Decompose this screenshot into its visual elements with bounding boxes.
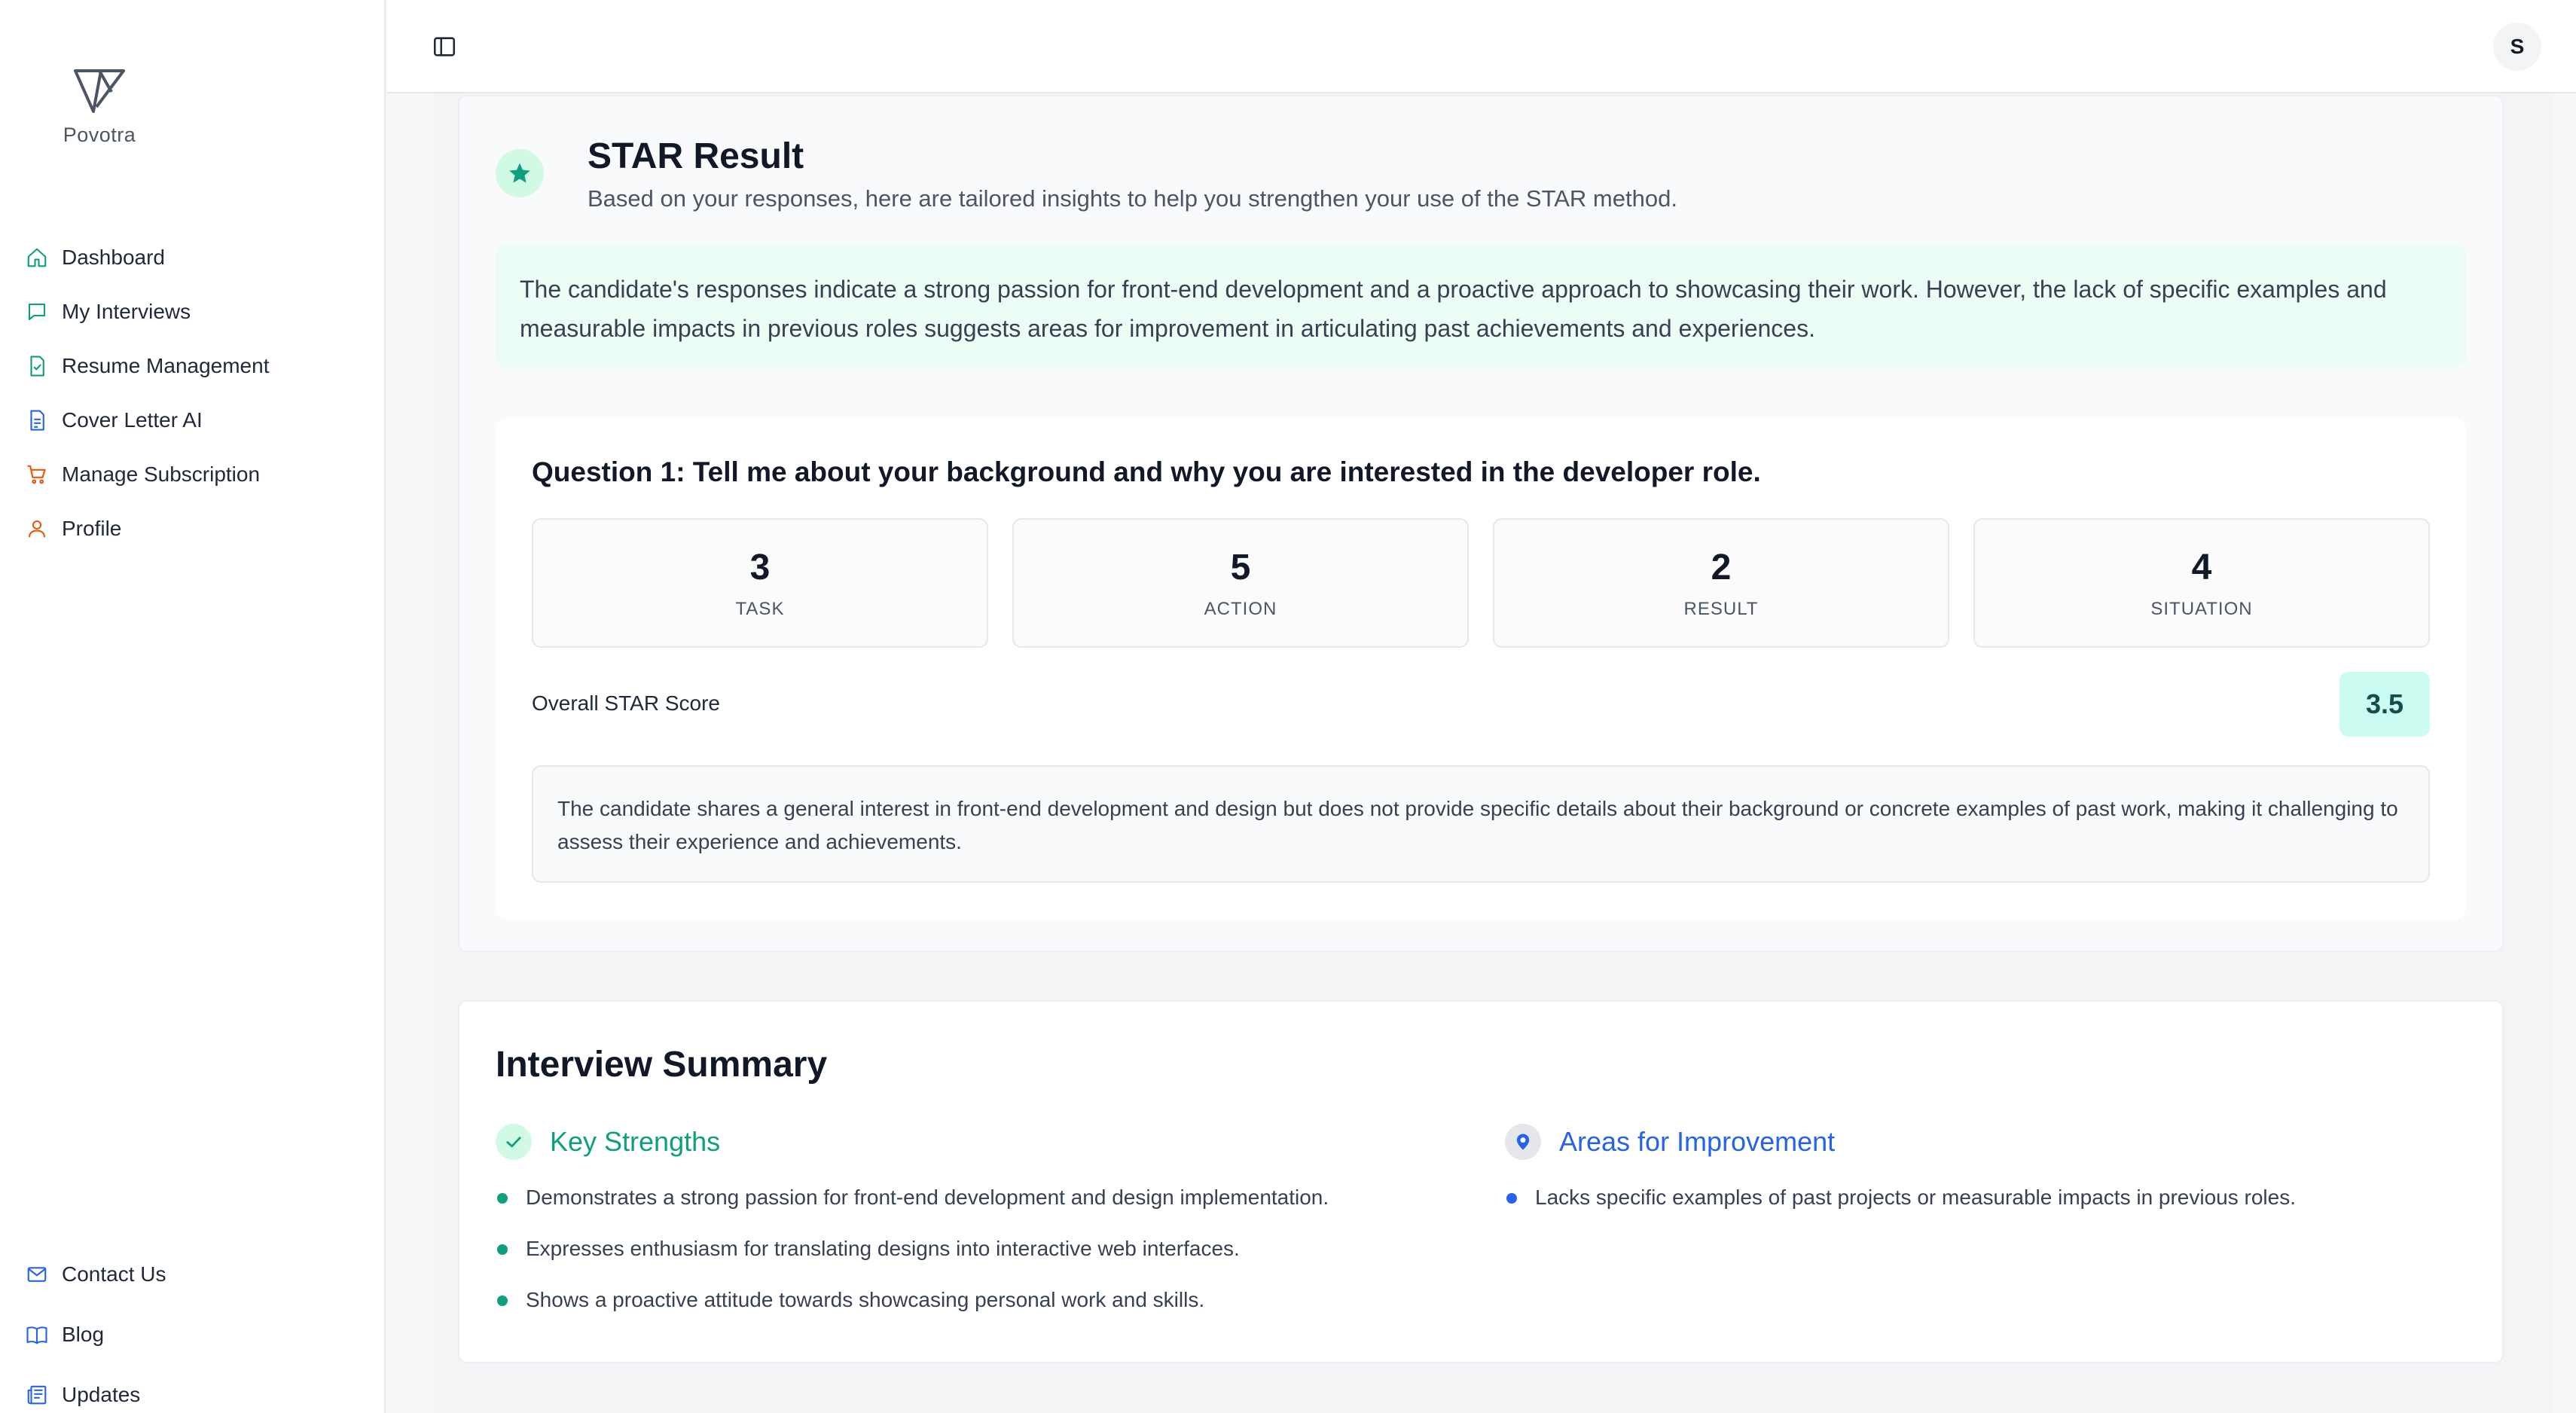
sidebar-item-cover-letter-ai[interactable]: Cover Letter AI xyxy=(0,393,384,447)
key-strengths-section: Key Strengths Demonstrates a strong pass… xyxy=(496,1122,1430,1336)
key-strengths-list: Demonstrates a strong passion for front-… xyxy=(496,1183,1430,1336)
mail-icon xyxy=(24,1262,50,1287)
star-icon xyxy=(509,163,530,183)
list-item: Demonstrates a strong passion for front-… xyxy=(496,1183,1430,1234)
score-value: 2 xyxy=(1711,547,1732,587)
score-label: TASK xyxy=(735,598,785,619)
povotra-logo-icon xyxy=(74,69,125,113)
user-icon xyxy=(24,516,50,542)
target-icon xyxy=(1505,1124,1541,1160)
score-label: RESULT xyxy=(1683,598,1759,619)
sidebar-item-resume-management[interactable]: Resume Management xyxy=(0,339,384,393)
document-text-icon xyxy=(24,407,50,433)
score-value: 5 xyxy=(1230,547,1251,587)
sidebar-item-label: Cover Letter AI xyxy=(62,408,203,432)
overall-star-score-badge: 3.5 xyxy=(2339,672,2430,737)
brand-logo[interactable]: Povotra xyxy=(60,65,139,147)
areas-for-improvement-section: Areas for Improvement Lacks specific exa… xyxy=(1505,1122,2439,1234)
list-item: Shows a proactive attitude towards showc… xyxy=(496,1285,1430,1336)
sidebar-item-my-interviews[interactable]: My Interviews xyxy=(0,285,384,339)
interview-summary-title: Interview Summary xyxy=(496,1045,828,1085)
chat-icon xyxy=(24,299,50,325)
areas-for-improvement-header: Areas for Improvement xyxy=(1505,1122,2439,1161)
home-icon xyxy=(24,245,50,270)
check-icon xyxy=(496,1124,532,1160)
book-icon xyxy=(24,1322,50,1347)
areas-for-improvement-list: Lacks specific examples of past projects… xyxy=(1505,1183,2439,1234)
sidebar-item-label: Resume Management xyxy=(62,354,270,377)
list-item: Expresses enthusiasm for translating des… xyxy=(496,1234,1430,1285)
overall-star-score-label: Overall STAR Score xyxy=(532,691,720,715)
user-avatar[interactable]: S xyxy=(2493,23,2541,71)
sidebar-item-manage-subscription[interactable]: Manage Subscription xyxy=(0,447,384,502)
brand-name: Povotra xyxy=(63,124,136,146)
key-strengths-title: Key Strengths xyxy=(550,1126,721,1157)
newspaper-icon xyxy=(24,1382,50,1408)
question-feedback: The candidate shares a general interest … xyxy=(532,765,2430,883)
score-situation: 4 SITUATION xyxy=(1973,518,2430,648)
sidebar-item-contact-us[interactable]: Contact Us xyxy=(0,1244,384,1305)
star-badge xyxy=(496,149,544,197)
list-item: Lacks specific examples of past projects… xyxy=(1505,1183,2439,1234)
top-header: S xyxy=(387,0,2576,93)
question-title: Question 1: Tell me about your backgroun… xyxy=(532,456,1761,487)
star-result-subtitle: Based on your responses, here are tailor… xyxy=(588,185,1677,212)
score-value: 3 xyxy=(749,547,771,587)
score-action: 5 ACTION xyxy=(1012,518,1469,648)
main-content: STAR Result Based on your responses, her… xyxy=(434,93,2552,1413)
key-strengths-header: Key Strengths xyxy=(496,1122,1430,1161)
sidebar-item-updates[interactable]: Updates xyxy=(0,1365,384,1413)
sidebar-nav: Dashboard My Interviews Resume Managemen… xyxy=(0,230,384,556)
sidebar-toggle-button[interactable] xyxy=(428,30,461,63)
cart-icon xyxy=(24,462,50,487)
sidebar-bottom-nav: Contact Us Blog Updates xyxy=(0,1244,384,1413)
question-card: Question 1: Tell me about your backgroun… xyxy=(496,419,2466,919)
sidebar-item-blog[interactable]: Blog xyxy=(0,1305,384,1365)
sidebar-item-label: Manage Subscription xyxy=(62,462,261,486)
document-check-icon xyxy=(24,353,50,379)
sidebar: Povotra Dashboard My Interviews Resume M… xyxy=(0,0,386,1413)
star-scores: 3 TASK 5 ACTION 2 RESULT 4 SITUATION xyxy=(532,518,2430,648)
score-label: ACTION xyxy=(1204,598,1277,619)
app-root: Povotra Dashboard My Interviews Resume M… xyxy=(0,0,2576,1413)
star-result-title: STAR Result xyxy=(588,136,804,176)
sidebar-item-label: Contact Us xyxy=(62,1262,166,1286)
sidebar-item-label: Dashboard xyxy=(62,246,165,269)
sidebar-item-label: Blog xyxy=(62,1323,105,1346)
sidebar-toggle-icon xyxy=(433,37,456,56)
score-task: 3 TASK xyxy=(532,518,988,648)
score-value: 4 xyxy=(2191,547,2212,587)
sidebar-item-label: Profile xyxy=(62,517,122,540)
areas-for-improvement-title: Areas for Improvement xyxy=(1559,1126,1836,1157)
sidebar-item-dashboard[interactable]: Dashboard xyxy=(0,230,384,285)
sidebar-item-label: Updates xyxy=(62,1383,141,1406)
score-label: SITUATION xyxy=(2150,598,2253,619)
interview-summary-card: Interview Summary Key Strengths Demonstr… xyxy=(458,1000,2504,1363)
sidebar-item-label: My Interviews xyxy=(62,300,191,323)
score-result: 2 RESULT xyxy=(1493,518,1949,648)
sidebar-item-profile[interactable]: Profile xyxy=(0,502,384,556)
overall-insight: The candidate's responses indicate a str… xyxy=(496,244,2466,368)
star-result-card: STAR Result Based on your responses, her… xyxy=(458,95,2504,952)
